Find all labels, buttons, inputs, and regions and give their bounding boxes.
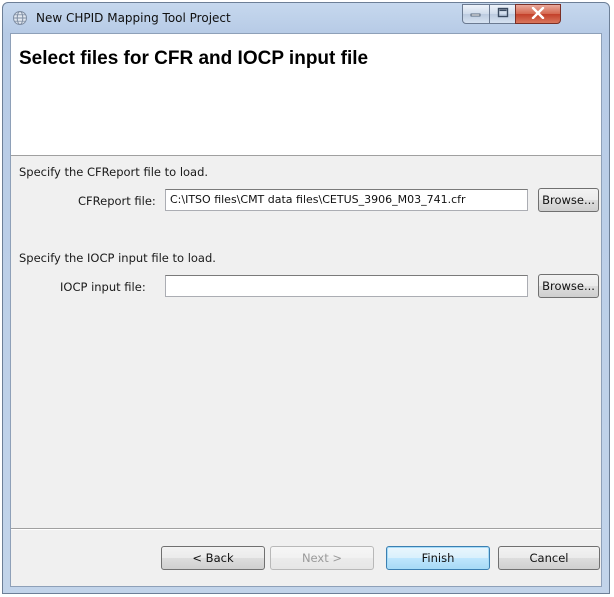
page-title: Select files for CFR and IOCP input file [19,48,369,69]
wizard-content: Specify the CFReport file to load. CFRep… [11,156,601,586]
maximize-button[interactable] [489,4,516,24]
window-title: New CHPID Mapping Tool Project [36,11,231,25]
iocp-instruction: Specify the IOCP input file to load. [19,251,216,265]
close-icon [531,6,545,22]
minimize-button[interactable] [462,4,490,24]
title-bar[interactable]: New CHPID Mapping Tool Project [3,3,609,33]
minimize-icon [470,7,482,21]
next-button[interactable]: Next > [270,546,374,570]
cfreport-label: CFReport file: [78,194,156,208]
footer-separator [11,528,601,530]
dialog-window: New CHPID Mapping Tool Project Select fi… [2,2,610,594]
cancel-button[interactable]: Cancel [498,546,600,570]
iocp-browse-button[interactable]: Browse... [538,274,599,298]
iocp-file-field[interactable] [165,275,528,297]
iocp-label: IOCP input file: [60,280,146,294]
maximize-icon [497,7,509,21]
back-button[interactable]: < Back [161,546,265,570]
dialog-body: Select files for CFR and IOCP input file… [10,33,602,587]
finish-button[interactable]: Finish [386,546,490,570]
cfreport-instruction: Specify the CFReport file to load. [19,165,209,179]
cfreport-file-field[interactable]: C:\ITSO files\CMT data files\CETUS_3906_… [165,189,528,211]
wizard-banner: Select files for CFR and IOCP input file [11,34,601,156]
close-button[interactable] [515,4,561,24]
globe-icon [12,10,28,26]
cfreport-browse-button[interactable]: Browse... [538,188,599,212]
